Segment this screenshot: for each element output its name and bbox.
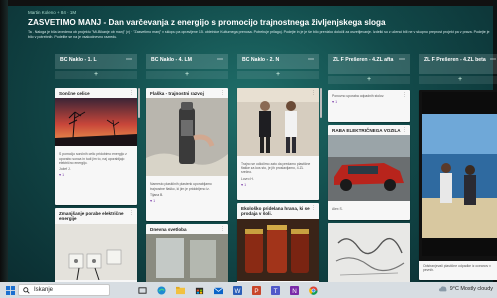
column-header[interactable]: ZL F Prešeren - 4.ZL beta ⋯ bbox=[419, 54, 497, 74]
column-title: ZL F Prešeren - 4.ZL afta bbox=[333, 57, 394, 63]
mail-icon[interactable] bbox=[214, 286, 223, 295]
taskbar-search[interactable]: Iskanje bbox=[18, 284, 110, 296]
board-breadcrumb: Martin Koleno + 84 · 1M bbox=[28, 10, 77, 15]
board-title: ZASVETIMO MANJ - Dan varčevanja z energi… bbox=[28, 18, 386, 27]
post-title: Sončne celice bbox=[59, 91, 90, 96]
column-scrollbar[interactable] bbox=[138, 88, 140, 118]
post-card[interactable]: ⋮ Ponovno uporaba odpadnih stolov. ♥ 1 bbox=[328, 90, 410, 122]
column-title: BC Naklo - 1. L bbox=[60, 57, 97, 63]
more-icon[interactable]: ⋮ bbox=[129, 90, 134, 96]
svg-text:W: W bbox=[235, 288, 241, 295]
post-image-beach-cleanup bbox=[422, 92, 497, 256]
cloud-icon bbox=[438, 286, 447, 292]
post-image-graffiti bbox=[328, 223, 410, 288]
more-icon[interactable]: ⋮ bbox=[402, 127, 407, 133]
post-image-daylight bbox=[146, 234, 228, 285]
monitor-bezel-left bbox=[0, 0, 8, 298]
weather-text: 9°C Mostly cloudy bbox=[449, 286, 493, 292]
like-button[interactable]: ♥ 1 bbox=[237, 182, 319, 188]
post-image-wall-sockets bbox=[55, 223, 137, 280]
like-button[interactable]: ♥ 1 bbox=[328, 99, 410, 105]
more-icon[interactable]: ⋯ bbox=[399, 57, 405, 63]
post-title: RABA ELEKTRIČNEGA VOZILA bbox=[332, 128, 401, 133]
post-title: Ekološko pridelana hrana, ki se prodaja … bbox=[241, 206, 310, 217]
board-description: Ta . Naloga je bila izvedena ob projektu… bbox=[28, 30, 490, 39]
more-icon[interactable]: ⋮ bbox=[402, 92, 407, 98]
more-icon[interactable]: ⋮ bbox=[220, 226, 225, 232]
column-title: ZL F Prešeren - 4.ZL beta bbox=[424, 57, 486, 63]
post-card[interactable]: ⋮ Trajno se odločimo zato da predamo pla… bbox=[237, 88, 319, 200]
add-post-button[interactable]: + bbox=[419, 76, 497, 84]
column-zl-presern-4zl-beta: ZL F Prešeren - 4.ZL beta ⋯ + Odstranjev… bbox=[419, 54, 497, 280]
post-text: Odstranjevali plastične odpadke iz ocean… bbox=[419, 261, 497, 280]
post-image-sunset bbox=[55, 98, 137, 147]
more-icon[interactable]: ⋯ bbox=[217, 57, 223, 63]
word-icon[interactable]: W bbox=[233, 285, 242, 295]
column-title: BC Naklo - 2. N bbox=[242, 57, 280, 63]
column-header[interactable]: BC Naklo - 4. LM ⋯ bbox=[146, 54, 228, 69]
add-post-button[interactable]: + bbox=[328, 76, 410, 84]
column-header[interactable]: BC Naklo - 2. N ⋯ bbox=[237, 54, 319, 69]
post-card[interactable]: ⋮ RABA ELEKTRIČNEGA VOZILA Alex S. bbox=[328, 125, 410, 220]
post-card[interactable]: ⋮ Zmanjšanje porabe električne energije bbox=[55, 208, 137, 288]
system-tray[interactable]: 9°C Mostly cloudy bbox=[438, 285, 493, 293]
chrome-icon[interactable] bbox=[309, 285, 318, 295]
post-card[interactable]: ⋮ Flaška - trajnostni razvoj Namesto pla… bbox=[146, 88, 228, 221]
search-placeholder: Iskanje bbox=[34, 287, 54, 293]
post-title: Zmanjšanje porabe električne energije bbox=[59, 211, 124, 222]
post-text: S pomočjo sončnih celic pridobimo energi… bbox=[59, 152, 127, 165]
post-card[interactable] bbox=[328, 223, 410, 288]
post-text: Ponovno uporaba odpadnih stolov. bbox=[332, 94, 385, 98]
post-card[interactable]: ⋮ Sončne celice S pomočjo sončnih celic … bbox=[55, 88, 137, 205]
post-card[interactable]: ⋮ Dnevna svetloba bbox=[146, 224, 228, 288]
like-button[interactable]: ♥ 1 bbox=[146, 198, 228, 204]
post-author: Alex S. bbox=[332, 207, 343, 212]
search-icon bbox=[23, 286, 30, 294]
onenote-icon[interactable]: N bbox=[290, 285, 299, 295]
column-header[interactable]: ZL F Prešeren - 4.ZL afta ⋯ bbox=[328, 54, 410, 74]
add-post-button[interactable]: + bbox=[146, 71, 228, 79]
windows-taskbar: Iskanje W P T N 9°C Mostly cloudy bbox=[0, 282, 497, 298]
powerpoint-icon[interactable]: P bbox=[252, 285, 261, 295]
svg-text:P: P bbox=[254, 288, 258, 295]
more-icon[interactable]: ⋮ bbox=[311, 205, 316, 211]
svg-text:N: N bbox=[292, 288, 297, 295]
column-header[interactable]: BC Naklo - 1. L ⋯ bbox=[55, 54, 137, 69]
column-bc-naklo-1l: BC Naklo - 1. L ⋯ + ⋮ Sončne celice S po… bbox=[55, 54, 140, 288]
more-icon[interactable]: ⋯ bbox=[126, 57, 132, 63]
file-explorer-icon[interactable] bbox=[176, 286, 185, 295]
svg-text:T: T bbox=[274, 288, 278, 295]
more-icon[interactable]: ⋯ bbox=[308, 57, 314, 63]
post-image-students-bottles bbox=[237, 88, 319, 156]
add-post-button[interactable]: + bbox=[55, 71, 137, 79]
post-title: Flaška - trajnostni razvoj bbox=[150, 91, 204, 96]
column-bc-naklo-4lm: BC Naklo - 4. LM ⋯ + ⋮ Flaška - trajnost… bbox=[146, 54, 228, 288]
post-image-jars bbox=[237, 218, 319, 281]
windows-start-icon[interactable] bbox=[6, 285, 15, 295]
edge-browser-icon[interactable] bbox=[157, 285, 166, 295]
more-icon[interactable]: ⋮ bbox=[129, 210, 134, 216]
board-header: Martin Koleno + 84 · 1M ZASVETIMO MANJ -… bbox=[28, 10, 493, 40]
more-icon[interactable]: ⋯ bbox=[490, 57, 496, 63]
more-icon[interactable]: ⋮ bbox=[220, 90, 225, 96]
post-text: Namesto plastičnih plastenk uporabljamo … bbox=[150, 182, 212, 191]
column-bc-naklo-2n: BC Naklo - 2. N ⋯ + ⋮ Trajno se odločimo… bbox=[237, 54, 322, 288]
padlet-board: Martin Koleno + 84 · 1M ZASVETIMO MANJ -… bbox=[0, 0, 497, 298]
post-card[interactable]: ⋮ Ekološko pridelana hrana, ki se prodaj… bbox=[237, 203, 319, 288]
post-title: Dnevna svetloba bbox=[150, 227, 187, 232]
post-image-bottle bbox=[146, 98, 228, 177]
task-view-icon[interactable] bbox=[138, 286, 147, 295]
like-button[interactable]: ♥ 1 bbox=[55, 172, 137, 178]
more-icon[interactable]: ⋮ bbox=[311, 90, 316, 96]
add-post-button[interactable]: + bbox=[237, 71, 319, 79]
monitor-bezel bbox=[0, 0, 497, 6]
post-text: Trajno se odločimo zato da predamo plast… bbox=[241, 162, 311, 175]
column-scrollbar[interactable] bbox=[320, 88, 322, 118]
post-card[interactable]: Odstranjevali plastične odpadke iz ocean… bbox=[419, 90, 497, 280]
store-icon[interactable] bbox=[195, 286, 204, 295]
post-image-electric-car bbox=[328, 135, 410, 202]
column-zl-presern-4zl-afta: ZL F Prešeren - 4.ZL afta ⋯ + ⋮ Ponovno … bbox=[328, 54, 410, 288]
column-title: BC Naklo - 4. LM bbox=[151, 57, 192, 63]
teams-icon[interactable]: T bbox=[271, 285, 280, 295]
